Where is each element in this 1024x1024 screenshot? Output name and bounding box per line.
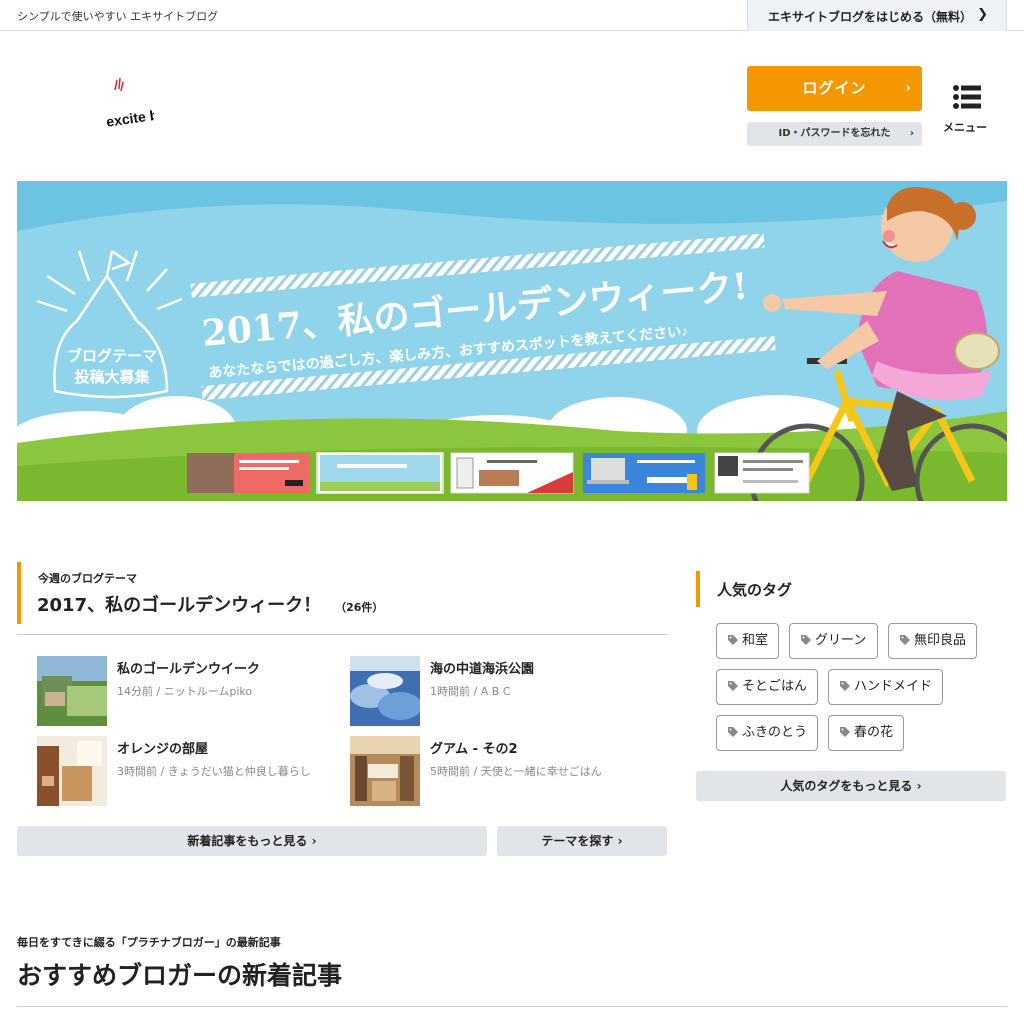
theme-count: （26件）	[335, 601, 384, 614]
divider	[17, 634, 667, 635]
tag-button[interactable]: ハンドメイド	[828, 669, 943, 705]
article-title[interactable]: 海の中道海浜公園	[430, 658, 534, 677]
tag-button[interactable]: 無印良品	[888, 623, 977, 659]
menu-label: メニュー	[943, 121, 987, 134]
theme-label: 今週のブログテーマ	[38, 572, 137, 585]
menu-button[interactable]: メニュー	[940, 84, 994, 136]
more-tags-label: 人気のタグをもっと見る	[780, 779, 913, 793]
carousel-slide-5[interactable]	[714, 452, 810, 494]
tag-icon	[728, 635, 738, 645]
excite-blog-logo[interactable]: excite blog	[105, 76, 180, 132]
site-tagline: シンプルで使いやすい エキサイトブログ	[17, 10, 219, 23]
article-meta: 1時間前 / A B C	[430, 685, 511, 698]
article-meta: 14分前 / ニットルームpiko	[117, 685, 253, 698]
article-title[interactable]: 私のゴールデンウイーク	[117, 658, 260, 677]
tag-label: 春の花	[854, 725, 894, 740]
top-bar: シンプルで使いやすい エキサイトブログ エキサイトブログをはじめる（無料） ❯	[0, 0, 1024, 31]
article-thumbnail[interactable]	[37, 656, 107, 726]
article-thumbnail[interactable]	[37, 736, 107, 806]
tag-icon	[728, 681, 738, 691]
chevron-right-icon: ›	[617, 834, 623, 848]
badge-line-1: ブログテーマ	[67, 347, 157, 365]
tag-icon	[728, 727, 738, 737]
badge-line-2: 投稿大募集	[74, 368, 150, 386]
tag-icon	[801, 635, 811, 645]
hamburger-icon	[953, 85, 981, 109]
login-label: ログイン	[802, 79, 867, 97]
carousel-slide-4[interactable]	[583, 453, 705, 493]
more-tags-button[interactable]: 人気のタグをもっと見る ›	[696, 771, 1006, 801]
article-meta: 3時間前 / きょうだい猫と仲良し暮らし	[117, 765, 311, 778]
article-meta: 5時間前 / 天使と一緒に幸せごはん	[430, 765, 602, 778]
chevron-right-icon: ❯	[977, 7, 988, 22]
tag-button[interactable]: 和室	[716, 623, 779, 659]
carousel-slide-3[interactable]	[450, 452, 574, 494]
carousel-slide-2[interactable]	[316, 451, 444, 495]
article-item[interactable]: グアム - その2 5時間前 / 天使と一緒に幸せごはん	[350, 736, 660, 806]
article-item[interactable]: 海の中道海浜公園 1時間前 / A B C	[350, 656, 660, 726]
tag-icon	[900, 635, 910, 645]
start-blog-label: エキサイトブログをはじめる（無料）	[768, 10, 973, 24]
article-item[interactable]: オレンジの部屋 3時間前 / きょうだい猫と仲良し暮らし	[37, 736, 347, 806]
popular-tags-header: 人気のタグ	[696, 571, 1006, 607]
article-item[interactable]: 私のゴールデンウイーク 14分前 / ニットルームpiko	[37, 656, 347, 726]
article-thumbnail[interactable]	[350, 656, 420, 726]
carousel-slide-1[interactable]	[187, 453, 309, 493]
chevron-right-icon: ›	[916, 779, 922, 793]
theme-title-row: 2017、私のゴールデンウィーク！ （26件）	[37, 591, 383, 617]
article-title[interactable]: オレンジの部屋	[117, 738, 208, 757]
tag-button[interactable]: そとごはん	[716, 669, 818, 705]
tag-label: ふきのとう	[742, 725, 808, 740]
start-blog-button[interactable]: エキサイトブログをはじめる（無料） ❯	[747, 0, 1007, 31]
chevron-right-icon: ›	[311, 834, 317, 848]
forgot-password-button[interactable]: ID・パスワードを忘れた ›	[747, 122, 922, 146]
article-title[interactable]: グアム - その2	[430, 738, 518, 757]
tag-label: ハンドメイド	[854, 679, 933, 694]
more-articles-label: 新着記事をもっと見る	[187, 834, 308, 848]
tag-button[interactable]: ふきのとう	[716, 715, 818, 751]
chevron-right-icon: ›	[909, 128, 914, 139]
logo-text: excite blog	[106, 104, 154, 130]
recommended-subtitle: 毎日をすてきに綴る「プラチナブロガー」の最新記事	[17, 936, 281, 949]
tag-label: そとごはん	[742, 679, 808, 694]
popular-tags-title: 人気のタグ	[717, 581, 793, 599]
forgot-password-label: ID・パスワードを忘れた	[778, 128, 891, 139]
blog-theme-header: 今週のブログテーマ 2017、私のゴールデンウィーク！ （26件）	[17, 562, 667, 624]
banner-carousel	[187, 451, 812, 498]
tag-button[interactable]: 春の花	[828, 715, 904, 751]
tag-icon	[840, 727, 850, 737]
tag-label: グリーン	[815, 633, 867, 648]
more-articles-button[interactable]: 新着記事をもっと見る ›	[17, 826, 487, 856]
tag-label: 和室	[742, 633, 769, 648]
tag-label: 無印良品	[914, 633, 967, 648]
find-theme-button[interactable]: テーマを探す ›	[497, 826, 667, 856]
divider	[17, 1006, 1007, 1007]
article-thumbnail[interactable]	[350, 736, 420, 806]
find-theme-label: テーマを探す	[541, 834, 614, 848]
chevron-right-icon: ›	[905, 81, 912, 96]
theme-title[interactable]: 2017、私のゴールデンウィーク！	[37, 595, 321, 616]
tag-icon	[840, 681, 850, 691]
recommended-title: おすすめブロガーの新着記事	[17, 961, 343, 990]
tag-button[interactable]: グリーン	[789, 623, 878, 659]
login-button[interactable]: ログイン ›	[747, 66, 922, 111]
